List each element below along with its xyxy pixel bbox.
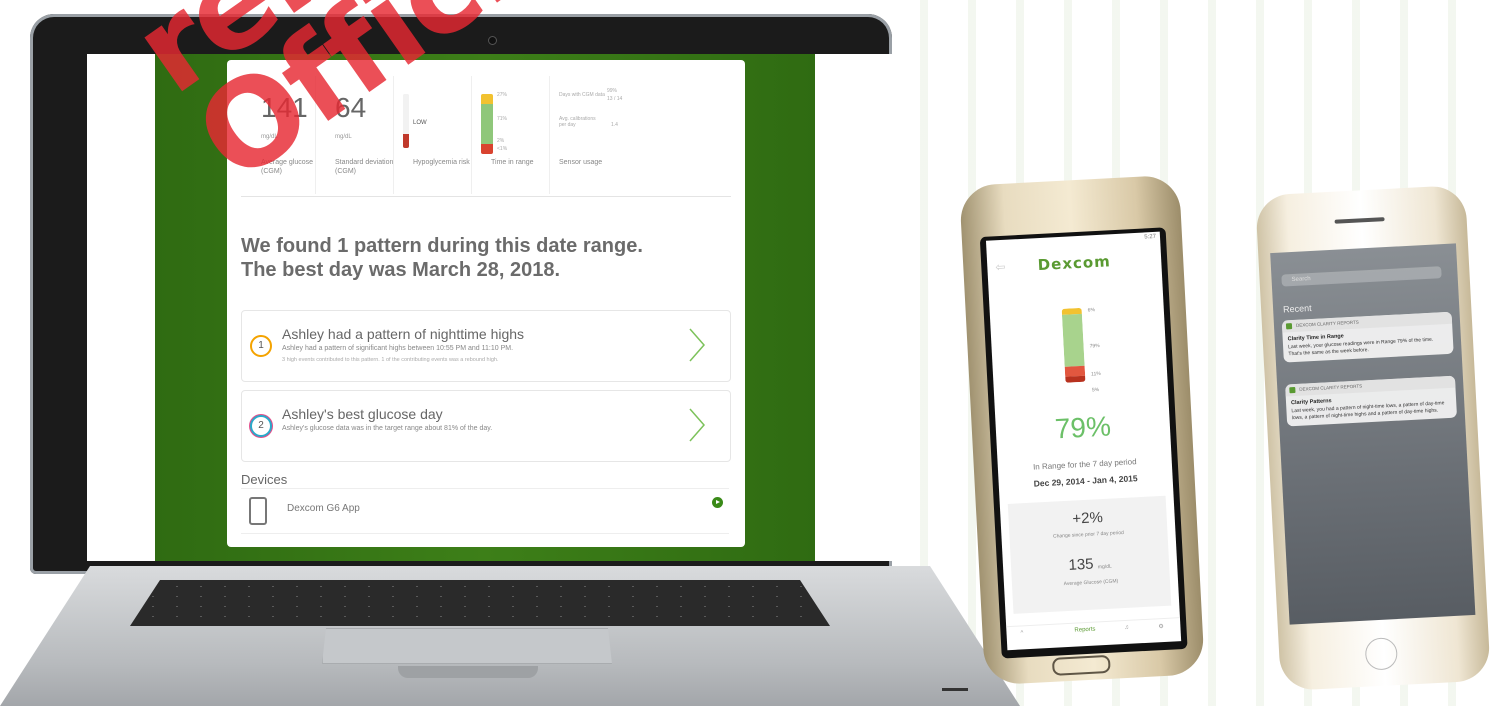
notification-1[interactable]: DEXCOM CLARITY REPORTS Clarity Time in R… — [1281, 311, 1454, 363]
android-avg-value: 135 — [1068, 555, 1094, 574]
pattern-subtitle-2: Ashley's glucose data was in the target … — [282, 425, 493, 432]
sensor-top-value: 99% — [607, 88, 618, 94]
laptop-screen: 141 mg/dL Average glucose (CGM) 64 mg/dL… — [87, 54, 895, 561]
android-change-label: Change since prior 7 day period — [1052, 529, 1125, 540]
android-range-bar — [1061, 307, 1086, 383]
camera-icon — [488, 36, 497, 45]
android-bezel: 5:27 ⇦ Dexcom 6% 79% 11% 5% 79% In Range… — [979, 227, 1188, 659]
android-status-time: 5:27 — [1144, 233, 1157, 241]
hypo-risk-level: LOW — [413, 120, 427, 126]
stat-standard-deviation: 64 mg/dL Standard deviation (CGM) — [315, 76, 394, 194]
pattern-title-1: Ashley had a pattern of nighttime highs — [282, 326, 525, 342]
pattern-number-1: 1 — [250, 335, 272, 357]
android-tick-range: 79% — [1089, 342, 1100, 350]
pattern-number-2: 2 — [250, 415, 272, 437]
sensor-usage-label: Sensor usage — [559, 159, 603, 166]
laptop-notch — [398, 666, 538, 678]
recent-heading: Recent — [1282, 303, 1312, 315]
android-tick-high: 6% — [1087, 307, 1096, 314]
tir-tick-low: 2% — [497, 138, 505, 144]
sensor-days-key: Days with CGM data — [559, 92, 605, 98]
standard-deviation-value: 64 — [335, 92, 367, 123]
average-glucose-unit: mg/dL — [261, 134, 278, 140]
stats-row: 141 mg/dL Average glucose (CGM) 64 mg/dL… — [241, 76, 731, 197]
nav-home-icon[interactable]: ^ — [1020, 630, 1023, 636]
chevron-right-icon[interactable] — [686, 407, 708, 443]
dexcom-logo: Dexcom — [1037, 252, 1112, 275]
sensor-days-value: 13 / 14 — [607, 96, 623, 102]
nav-reports[interactable]: Reports — [1074, 627, 1095, 634]
nav-settings-icon[interactable]: ⚙ — [1158, 623, 1164, 630]
average-glucose-value: 141 — [261, 92, 308, 123]
android-home-button[interactable] — [1051, 654, 1111, 676]
tir-tick-range: 71% — [497, 116, 508, 122]
pattern-card-2[interactable]: 2 Ashley's best glucose day Ashley's glu… — [241, 390, 731, 462]
pattern-detail-1: 3 high events contributed to this patter… — [282, 357, 499, 363]
iphone-home-button[interactable] — [1364, 637, 1399, 671]
iphone: Search Recent DEXCOM CLARITY REPORTS Cla… — [1255, 184, 1491, 692]
keyboard — [130, 580, 830, 626]
android-period-label: In Range for the 7 day period — [1032, 457, 1137, 472]
time-in-range-bar — [481, 94, 493, 154]
stat-average-glucose: 141 mg/dL Average glucose (CGM) — [241, 76, 316, 194]
device-name: Dexcom G6 App — [287, 503, 360, 514]
android-screen: 5:27 ⇦ Dexcom 6% 79% 11% 5% 79% In Range… — [985, 231, 1182, 651]
report-card: 141 mg/dL Average glucose (CGM) 64 mg/dL… — [227, 60, 745, 547]
stat-sensor-usage: Days with CGM data 99% 13 / 14 Avg. cali… — [549, 76, 669, 194]
iphone-speaker — [1334, 217, 1385, 224]
sensor-calib-key: Avg. calibrations per day — [559, 116, 596, 128]
hypo-risk-bar — [403, 94, 409, 148]
stat-hypoglycemia-risk: LOW Hypoglycemia risk — [393, 76, 472, 194]
android-phone: 5:27 ⇦ Dexcom 6% 79% 11% 5% 79% In Range… — [959, 174, 1205, 686]
trackpad — [322, 628, 612, 664]
pattern-subtitle-1: Ashley had a pattern of significant high… — [282, 345, 514, 352]
stat-time-in-range: 27% 71% 2% <1% Time in range — [471, 76, 550, 194]
android-bottom-nav: ^ Reports ♫ ⚙ — [1006, 617, 1182, 651]
android-average: 135 mg/dL — [1011, 552, 1170, 577]
devices-title: Devices — [241, 472, 288, 487]
android-date-range: Dec 29, 2014 - Jan 4, 2015 — [1033, 473, 1138, 489]
tir-tick-verylow: <1% — [497, 146, 508, 152]
nav-music-icon[interactable]: ♫ — [1124, 625, 1129, 631]
tir-tick-high: 27% — [497, 92, 508, 98]
android-avg-label: Average Glucose (CGM) — [1063, 578, 1119, 588]
android-avg-unit: mg/dL — [1097, 563, 1112, 571]
pattern-card-1[interactable]: 1 Ashley had a pattern of nighttime high… — [241, 310, 731, 382]
android-change-value: +2% — [1071, 509, 1104, 528]
sensor-calib-value: 1.4 — [611, 122, 618, 128]
standard-deviation-unit: mg/dL — [335, 134, 352, 140]
android-tick-verylow: 5% — [1091, 387, 1100, 394]
headline-line-1: We found 1 pattern during this date rang… — [241, 235, 643, 257]
play-icon[interactable] — [712, 497, 723, 508]
pattern-headline: We found 1 pattern during this date rang… — [241, 234, 721, 282]
pattern-title-2: Ashley's best glucose day — [282, 406, 443, 422]
device-row[interactable]: Dexcom G6 App — [241, 488, 729, 534]
headline-line-2: The best day was March 28, 2018. — [241, 259, 561, 281]
laptop-lid: 141 mg/dL Average glucose (CGM) 64 mg/dL… — [30, 14, 895, 574]
power-indicator — [942, 688, 968, 691]
phone-icon — [249, 497, 267, 525]
iphone-screen: Search Recent DEXCOM CLARITY REPORTS Cla… — [1270, 243, 1476, 625]
search-input[interactable]: Search — [1281, 266, 1442, 287]
android-percent-in-range: 79% — [1054, 410, 1112, 445]
notification-2[interactable]: DEXCOM CLARITY REPORTS Clarity Patterns … — [1285, 375, 1458, 427]
chevron-right-icon[interactable] — [686, 327, 708, 363]
android-tick-low: 11% — [1090, 370, 1101, 378]
android-summary-panel: +2% Change since prior 7 day period 135 … — [1007, 495, 1172, 614]
